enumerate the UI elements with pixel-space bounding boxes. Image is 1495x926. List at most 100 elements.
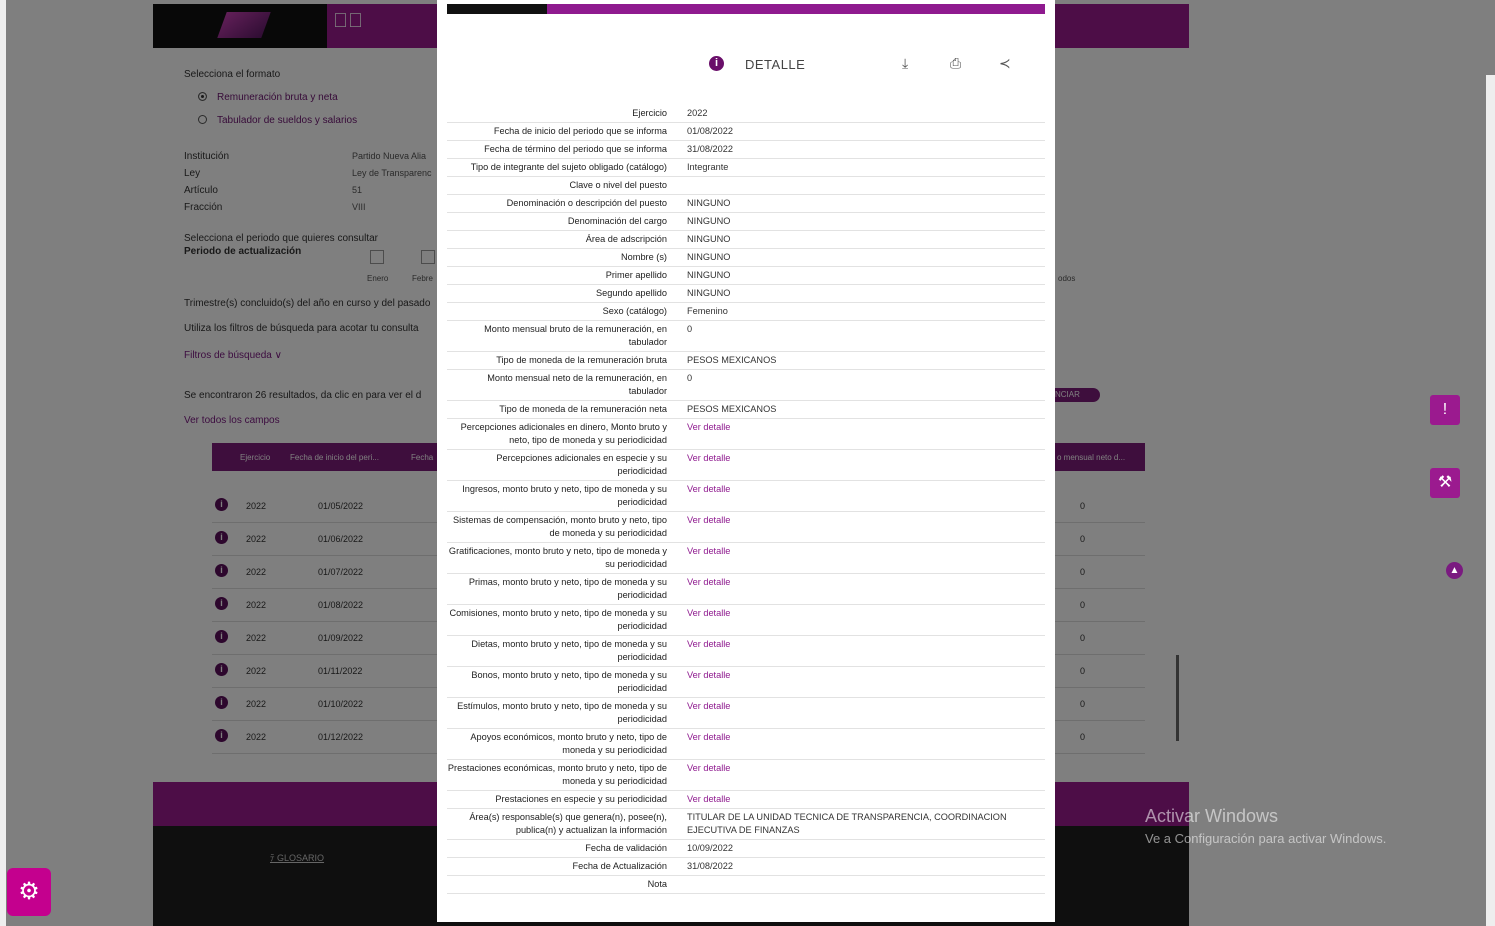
detail-row: Comisiones, monto bruto y neto, tipo de …: [447, 605, 1045, 636]
detail-key: Ejercicio: [632, 108, 667, 118]
detail-key: Prestaciones en especie y su periodicida…: [495, 794, 667, 804]
detail-row: Prestaciones en especie y su periodicida…: [447, 791, 1045, 809]
ver-detalle-link[interactable]: Ver detalle: [687, 791, 1045, 808]
detail-value: 0: [687, 324, 693, 334]
modal-top-bar-dark: [447, 4, 547, 14]
detail-key: Monto mensual bruto de la remuneración, …: [484, 324, 667, 347]
detail-key: Comisiones, monto bruto y neto, tipo de …: [449, 608, 667, 631]
alert-icon[interactable]: !: [1430, 395, 1460, 425]
detail-row: Tipo de moneda de la remuneración bruta P…: [447, 352, 1045, 370]
detail-key: Área de adscripción: [585, 234, 667, 244]
detail-value: PESOS MEXICANOS: [687, 355, 777, 365]
detail-row: Fecha de Actualización 31/08/2022: [447, 858, 1045, 876]
detail-key: Clave o nivel del puesto: [569, 180, 667, 190]
detail-row: Ejercicio 2022: [447, 105, 1045, 123]
accessibility-icon[interactable]: ⚙: [7, 868, 51, 916]
ver-detalle-link[interactable]: Ver detalle: [687, 419, 1045, 449]
detail-key: Fecha de validación: [585, 843, 667, 853]
detail-row: Sexo (catálogo) Femenino: [447, 303, 1045, 321]
detail-value: [687, 876, 1045, 893]
windows-watermark-title: Activar Windows: [1145, 806, 1279, 826]
modal-top-bar-accent: [547, 4, 1045, 14]
detail-key: Sexo (catálogo): [602, 306, 667, 316]
detail-key: Primer apellido: [605, 270, 667, 280]
detail-row: Ingresos, monto bruto y neto, tipo de mo…: [447, 481, 1045, 512]
detail-value: NINGUNO: [687, 216, 731, 226]
detail-key: Nota: [647, 879, 667, 889]
detail-value: NINGUNO: [687, 252, 731, 262]
detail-key: Primas, monto bruto y neto, tipo de mone…: [468, 577, 667, 600]
detail-value: 0: [687, 373, 693, 383]
download-icon[interactable]: ⤓: [902, 55, 908, 72]
detail-value: NINGUNO: [687, 270, 731, 280]
detail-value: 2022: [687, 108, 708, 118]
detail-row: Área(s) responsable(s) que genera(n), po…: [447, 809, 1045, 840]
detail-key: Nombre (s): [621, 252, 667, 262]
detail-row: Denominación del cargo NINGUNO: [447, 213, 1045, 231]
tool-icon[interactable]: ⚒: [1430, 468, 1460, 498]
ver-detalle-link[interactable]: Ver detalle: [687, 760, 1045, 790]
detail-key: Tipo de moneda de la remuneración neta: [499, 404, 667, 414]
detail-key: Denominación o descripción del puesto: [506, 198, 667, 208]
detail-row: Percepciones adicionales en dinero, Mont…: [447, 419, 1045, 450]
detail-key: Estímulos, monto bruto y neto, tipo de m…: [457, 701, 667, 724]
detail-row: Sistemas de compensación, monto bruto y …: [447, 512, 1045, 543]
detail-row: Primas, monto bruto y neto, tipo de mone…: [447, 574, 1045, 605]
ver-detalle-link[interactable]: Ver detalle: [687, 543, 1045, 573]
detail-row: Denominación o descripción del puesto NIN…: [447, 195, 1045, 213]
detail-row: Gratificaciones, monto bruto y neto, tip…: [447, 543, 1045, 574]
detail-row: Estímulos, monto bruto y neto, tipo de m…: [447, 698, 1045, 729]
ver-detalle-link[interactable]: Ver detalle: [687, 450, 1045, 480]
detail-key: Apoyos económicos, monto bruto y neto, t…: [470, 732, 667, 755]
share-icon[interactable]: ≺: [999, 55, 1011, 72]
detail-key: Ingresos, monto bruto y neto, tipo de mo…: [462, 484, 667, 507]
ver-detalle-link[interactable]: Ver detalle: [687, 667, 1045, 697]
detail-row: Monto mensual neto de la remuneración, e…: [447, 370, 1045, 401]
detail-key: Fecha de término del periodo que se info…: [484, 144, 667, 154]
detail-key: Percepciones adicionales en dinero, Mont…: [460, 422, 667, 445]
detail-row: Monto mensual bruto de la remuneración, …: [447, 321, 1045, 352]
detail-key: Monto mensual neto de la remuneración, e…: [487, 373, 667, 396]
ver-detalle-link[interactable]: Ver detalle: [687, 636, 1045, 666]
ver-detalle-link[interactable]: Ver detalle: [687, 512, 1045, 542]
detail-key: Fecha de inicio del periodo que se infor…: [493, 126, 667, 136]
detail-value: 01/08/2022: [687, 126, 733, 136]
modal-title: DETALLE: [745, 57, 806, 72]
detail-value: Integrante: [687, 162, 729, 172]
ver-detalle-link[interactable]: Ver detalle: [687, 481, 1045, 511]
ver-detalle-link[interactable]: Ver detalle: [687, 574, 1045, 604]
detail-value: PESOS MEXICANOS: [687, 404, 777, 414]
detail-value: NINGUNO: [687, 234, 731, 244]
detail-key: Dietas, monto bruto y neto, tipo de mone…: [471, 639, 667, 662]
detail-key: Prestaciones económicas, monto bruto y n…: [447, 763, 667, 786]
detail-value: 31/08/2022: [687, 861, 733, 871]
print-icon[interactable]: ⎙: [950, 55, 961, 72]
detail-row: Fecha de validación 10/09/2022: [447, 840, 1045, 858]
scroll-top-icon[interactable]: ▲: [1446, 562, 1463, 579]
detail-row: Primer apellido NINGUNO: [447, 267, 1045, 285]
info-icon: i: [709, 56, 724, 71]
detail-row: Dietas, monto bruto y neto, tipo de mone…: [447, 636, 1045, 667]
detail-row: Segundo apellido NINGUNO: [447, 285, 1045, 303]
detail-table: Ejercicio 2022 Fecha de inicio del periodo…: [447, 105, 1045, 894]
detail-key: Tipo de moneda de la remuneración bruta: [496, 355, 667, 365]
detail-value: 31/08/2022: [687, 144, 733, 154]
detail-key: Sistemas de compensación, monto bruto y …: [453, 515, 667, 538]
detail-row: Nota: [447, 876, 1045, 894]
detail-key: Percepciones adicionales en especie y su…: [496, 453, 667, 476]
detail-row: Área de adscripción NINGUNO: [447, 231, 1045, 249]
ver-detalle-link[interactable]: Ver detalle: [687, 605, 1045, 635]
detail-value: 10/09/2022: [687, 843, 733, 853]
detail-row: Nombre (s) NINGUNO: [447, 249, 1045, 267]
ver-detalle-link[interactable]: Ver detalle: [687, 729, 1045, 759]
detail-row: Prestaciones económicas, monto bruto y n…: [447, 760, 1045, 791]
right-edge: [1486, 75, 1495, 926]
detail-key: Área(s) responsable(s) que genera(n), po…: [469, 812, 667, 835]
detail-value: NINGUNO: [687, 288, 731, 298]
detail-value: Femenino: [687, 306, 728, 316]
detail-row: Tipo de integrante del sujeto obligado (…: [447, 159, 1045, 177]
detail-value: [687, 177, 1045, 194]
detail-value: NINGUNO: [687, 198, 731, 208]
ver-detalle-link[interactable]: Ver detalle: [687, 698, 1045, 728]
detail-row: Bonos, monto bruto y neto, tipo de moned…: [447, 667, 1045, 698]
